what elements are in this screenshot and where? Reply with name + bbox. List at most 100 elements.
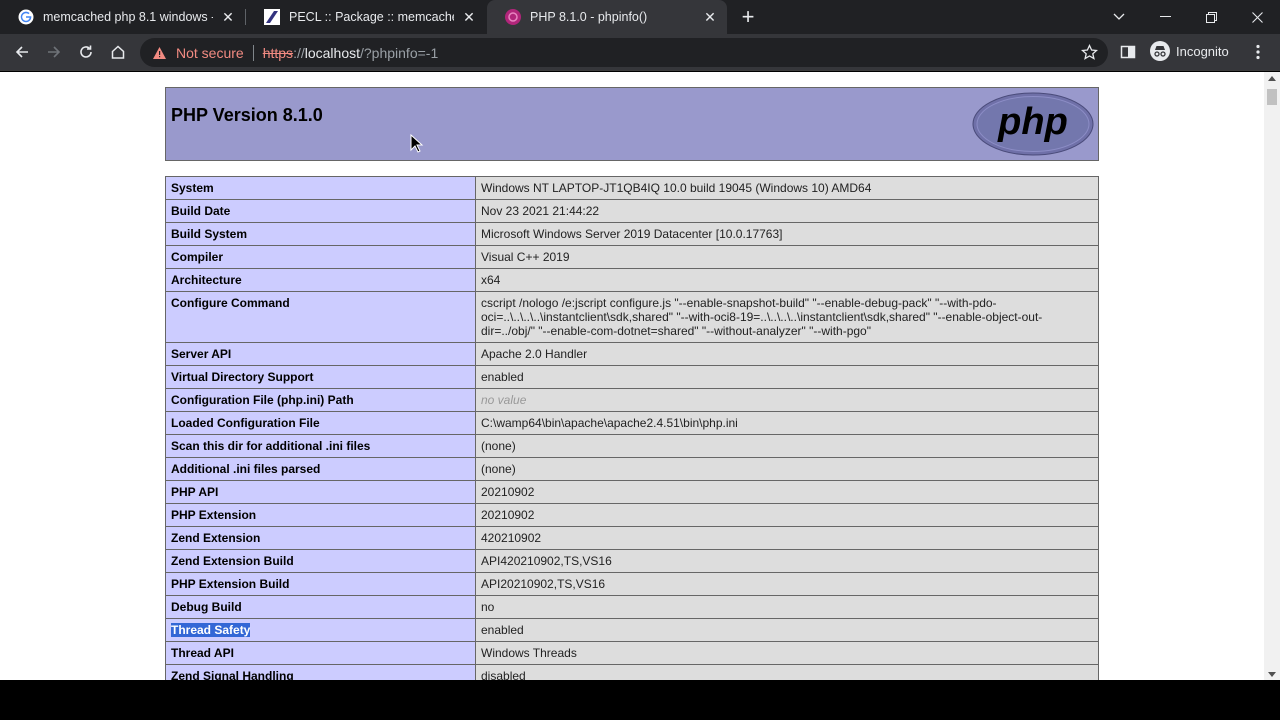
close-icon[interactable]: ✕	[701, 8, 719, 26]
row-key-text: PHP API	[171, 485, 219, 499]
row-value: (none)	[475, 434, 1099, 458]
page-viewport: PHP Version 8.1.0 php System Windows NT L…	[0, 72, 1264, 680]
row-value: x64	[475, 268, 1099, 292]
table-row: Configuration File (php.ini) Path no valu…	[165, 388, 1099, 412]
table-row: System Windows NT LAPTOP-JT1QB4IQ 10.0 bu…	[165, 176, 1099, 200]
security-label[interactable]: Not secure	[176, 45, 244, 61]
table-row: Build Date Nov 23 2021 21:44:22	[165, 199, 1099, 223]
reload-icon[interactable]	[73, 39, 99, 65]
side-panel-icon[interactable]	[1115, 39, 1141, 65]
row-value-text: Visual C++ 2019	[481, 250, 570, 264]
row-value: 20210902	[475, 503, 1099, 527]
row-key-text: Configuration File (php.ini) Path	[171, 393, 354, 407]
table-row: Debug Build no	[165, 595, 1099, 619]
row-key-text: Server API	[171, 347, 232, 361]
row-key-text: PHP Extension	[171, 508, 257, 522]
row-value: API20210902,TS,VS16	[475, 572, 1099, 596]
row-value: Windows NT LAPTOP-JT1QB4IQ 10.0 build 19…	[475, 176, 1099, 200]
row-key-text: Scan this dir for additional .ini files	[171, 439, 371, 453]
row-key: Scan this dir for additional .ini files	[165, 434, 476, 458]
row-key-text: Thread API	[171, 646, 234, 660]
tab-pecl[interactable]: PECL :: Package :: memcached 3.2 ✕	[246, 0, 486, 34]
row-key-text: Thread Safety	[171, 623, 251, 637]
table-row: PHP Extension 20210902	[165, 503, 1099, 527]
table-row: Loaded Configuration File C:\wamp64\bin\a…	[165, 411, 1099, 435]
scroll-thumb[interactable]	[1267, 89, 1277, 105]
close-icon[interactable]: ✕	[460, 8, 478, 26]
row-value-text: 20210902	[481, 485, 535, 499]
row-value-text: cscript /nologo /e:jscript configure.js …	[481, 296, 1043, 338]
restore-icon[interactable]	[1188, 0, 1234, 34]
row-value-text: x64	[481, 273, 501, 287]
table-row: Zend Extension Build API420210902,TS,VS16	[165, 549, 1099, 573]
row-value-text: enabled	[481, 370, 524, 384]
row-value-text: Nov 23 2021 21:44:22	[481, 204, 600, 218]
row-key: Zend Signal Handling	[165, 664, 476, 680]
row-value-text: Apache 2.0 Handler	[481, 347, 588, 361]
tab-title: PECL :: Package :: memcached 3.2	[289, 10, 454, 24]
table-row: Architecture x64	[165, 268, 1099, 292]
table-row: Virtual Directory Support enabled	[165, 365, 1099, 389]
row-key: Configure Command	[165, 291, 476, 343]
row-value: Visual C++ 2019	[475, 245, 1099, 269]
row-key: Architecture	[165, 268, 476, 292]
tab-search-icon[interactable]	[1096, 0, 1142, 34]
incognito-profile[interactable]: Incognito	[1150, 41, 1229, 61]
row-key-text: Zend Signal Handling	[171, 669, 294, 680]
screen-bottom-bar	[0, 680, 1280, 720]
row-key-text: Configure Command	[171, 296, 290, 310]
row-key: Additional .ini files parsed	[165, 457, 476, 481]
warning-icon[interactable]	[152, 46, 168, 60]
url-scheme: https	[262, 44, 294, 61]
forward-arrow-icon[interactable]	[41, 39, 67, 65]
row-key: Configuration File (php.ini) Path	[165, 388, 476, 412]
tab-google-search[interactable]: memcached php 8.1 windows - G ✕	[0, 0, 245, 34]
row-key-text: Zend Extension	[171, 531, 261, 545]
row-value: no value	[475, 388, 1099, 412]
mouse-cursor-icon	[410, 134, 424, 153]
row-value-text: (none)	[481, 439, 516, 453]
google-icon	[18, 9, 34, 25]
row-key: Debug Build	[165, 595, 476, 619]
url-path: /?phpinfo=-1	[360, 44, 439, 61]
row-value-text: (none)	[481, 462, 516, 476]
close-window-icon[interactable]	[1234, 0, 1280, 34]
close-icon[interactable]: ✕	[219, 8, 237, 26]
row-key: Thread API	[165, 641, 476, 665]
row-key-text: Debug Build	[171, 600, 242, 614]
row-value-text: Microsoft Windows Server 2019 Datacenter…	[481, 227, 783, 241]
row-key-text: Zend Extension Build	[171, 554, 294, 568]
row-key-text: Architecture	[171, 273, 242, 287]
row-key-text: System	[171, 181, 214, 195]
table-row: Server API Apache 2.0 Handler	[165, 342, 1099, 366]
tab-phpinfo[interactable]: PHP 8.1.0 - phpinfo() ✕	[487, 0, 727, 34]
divider	[252, 44, 254, 61]
row-value-text: disabled	[481, 669, 526, 680]
vertical-scrollbar[interactable]	[1264, 72, 1280, 680]
url-scheme-rest: ://	[293, 44, 305, 61]
php-logo: php	[972, 92, 1094, 156]
url-host: localhost	[304, 44, 360, 61]
table-row: Thread Safety enabled	[165, 618, 1099, 642]
tab-title: PHP 8.1.0 - phpinfo()	[530, 10, 648, 24]
row-value-text: enabled	[481, 623, 524, 637]
bookmark-star-icon[interactable]	[1080, 43, 1099, 61]
home-icon[interactable]	[105, 39, 131, 65]
row-value-text: API420210902,TS,VS16	[481, 554, 612, 568]
row-key: Thread Safety	[165, 618, 476, 642]
row-key-text: Build System	[171, 227, 248, 241]
new-tab-button[interactable]: +	[737, 6, 759, 28]
scroll-up-arrow-icon[interactable]	[1268, 76, 1276, 81]
back-arrow-icon[interactable]	[9, 39, 35, 65]
scroll-down-arrow-icon[interactable]	[1268, 672, 1276, 677]
row-value: Microsoft Windows Server 2019 Datacenter…	[475, 222, 1099, 246]
row-key: PHP Extension Build	[165, 572, 476, 596]
address-bar[interactable]: Not secure https://localhost/?phpinfo=-1	[140, 38, 1108, 67]
minimize-icon[interactable]	[1142, 0, 1188, 34]
row-key-text: Loaded Configuration File	[171, 416, 320, 430]
php-info-table: System Windows NT LAPTOP-JT1QB4IQ 10.0 bu…	[165, 176, 1099, 680]
menu-kebab-icon[interactable]	[1245, 39, 1271, 65]
table-row: Build System Microsoft Windows Server 201…	[165, 222, 1099, 246]
row-value: Windows Threads	[475, 641, 1099, 665]
row-value: cscript /nologo /e:jscript configure.js …	[475, 291, 1099, 343]
